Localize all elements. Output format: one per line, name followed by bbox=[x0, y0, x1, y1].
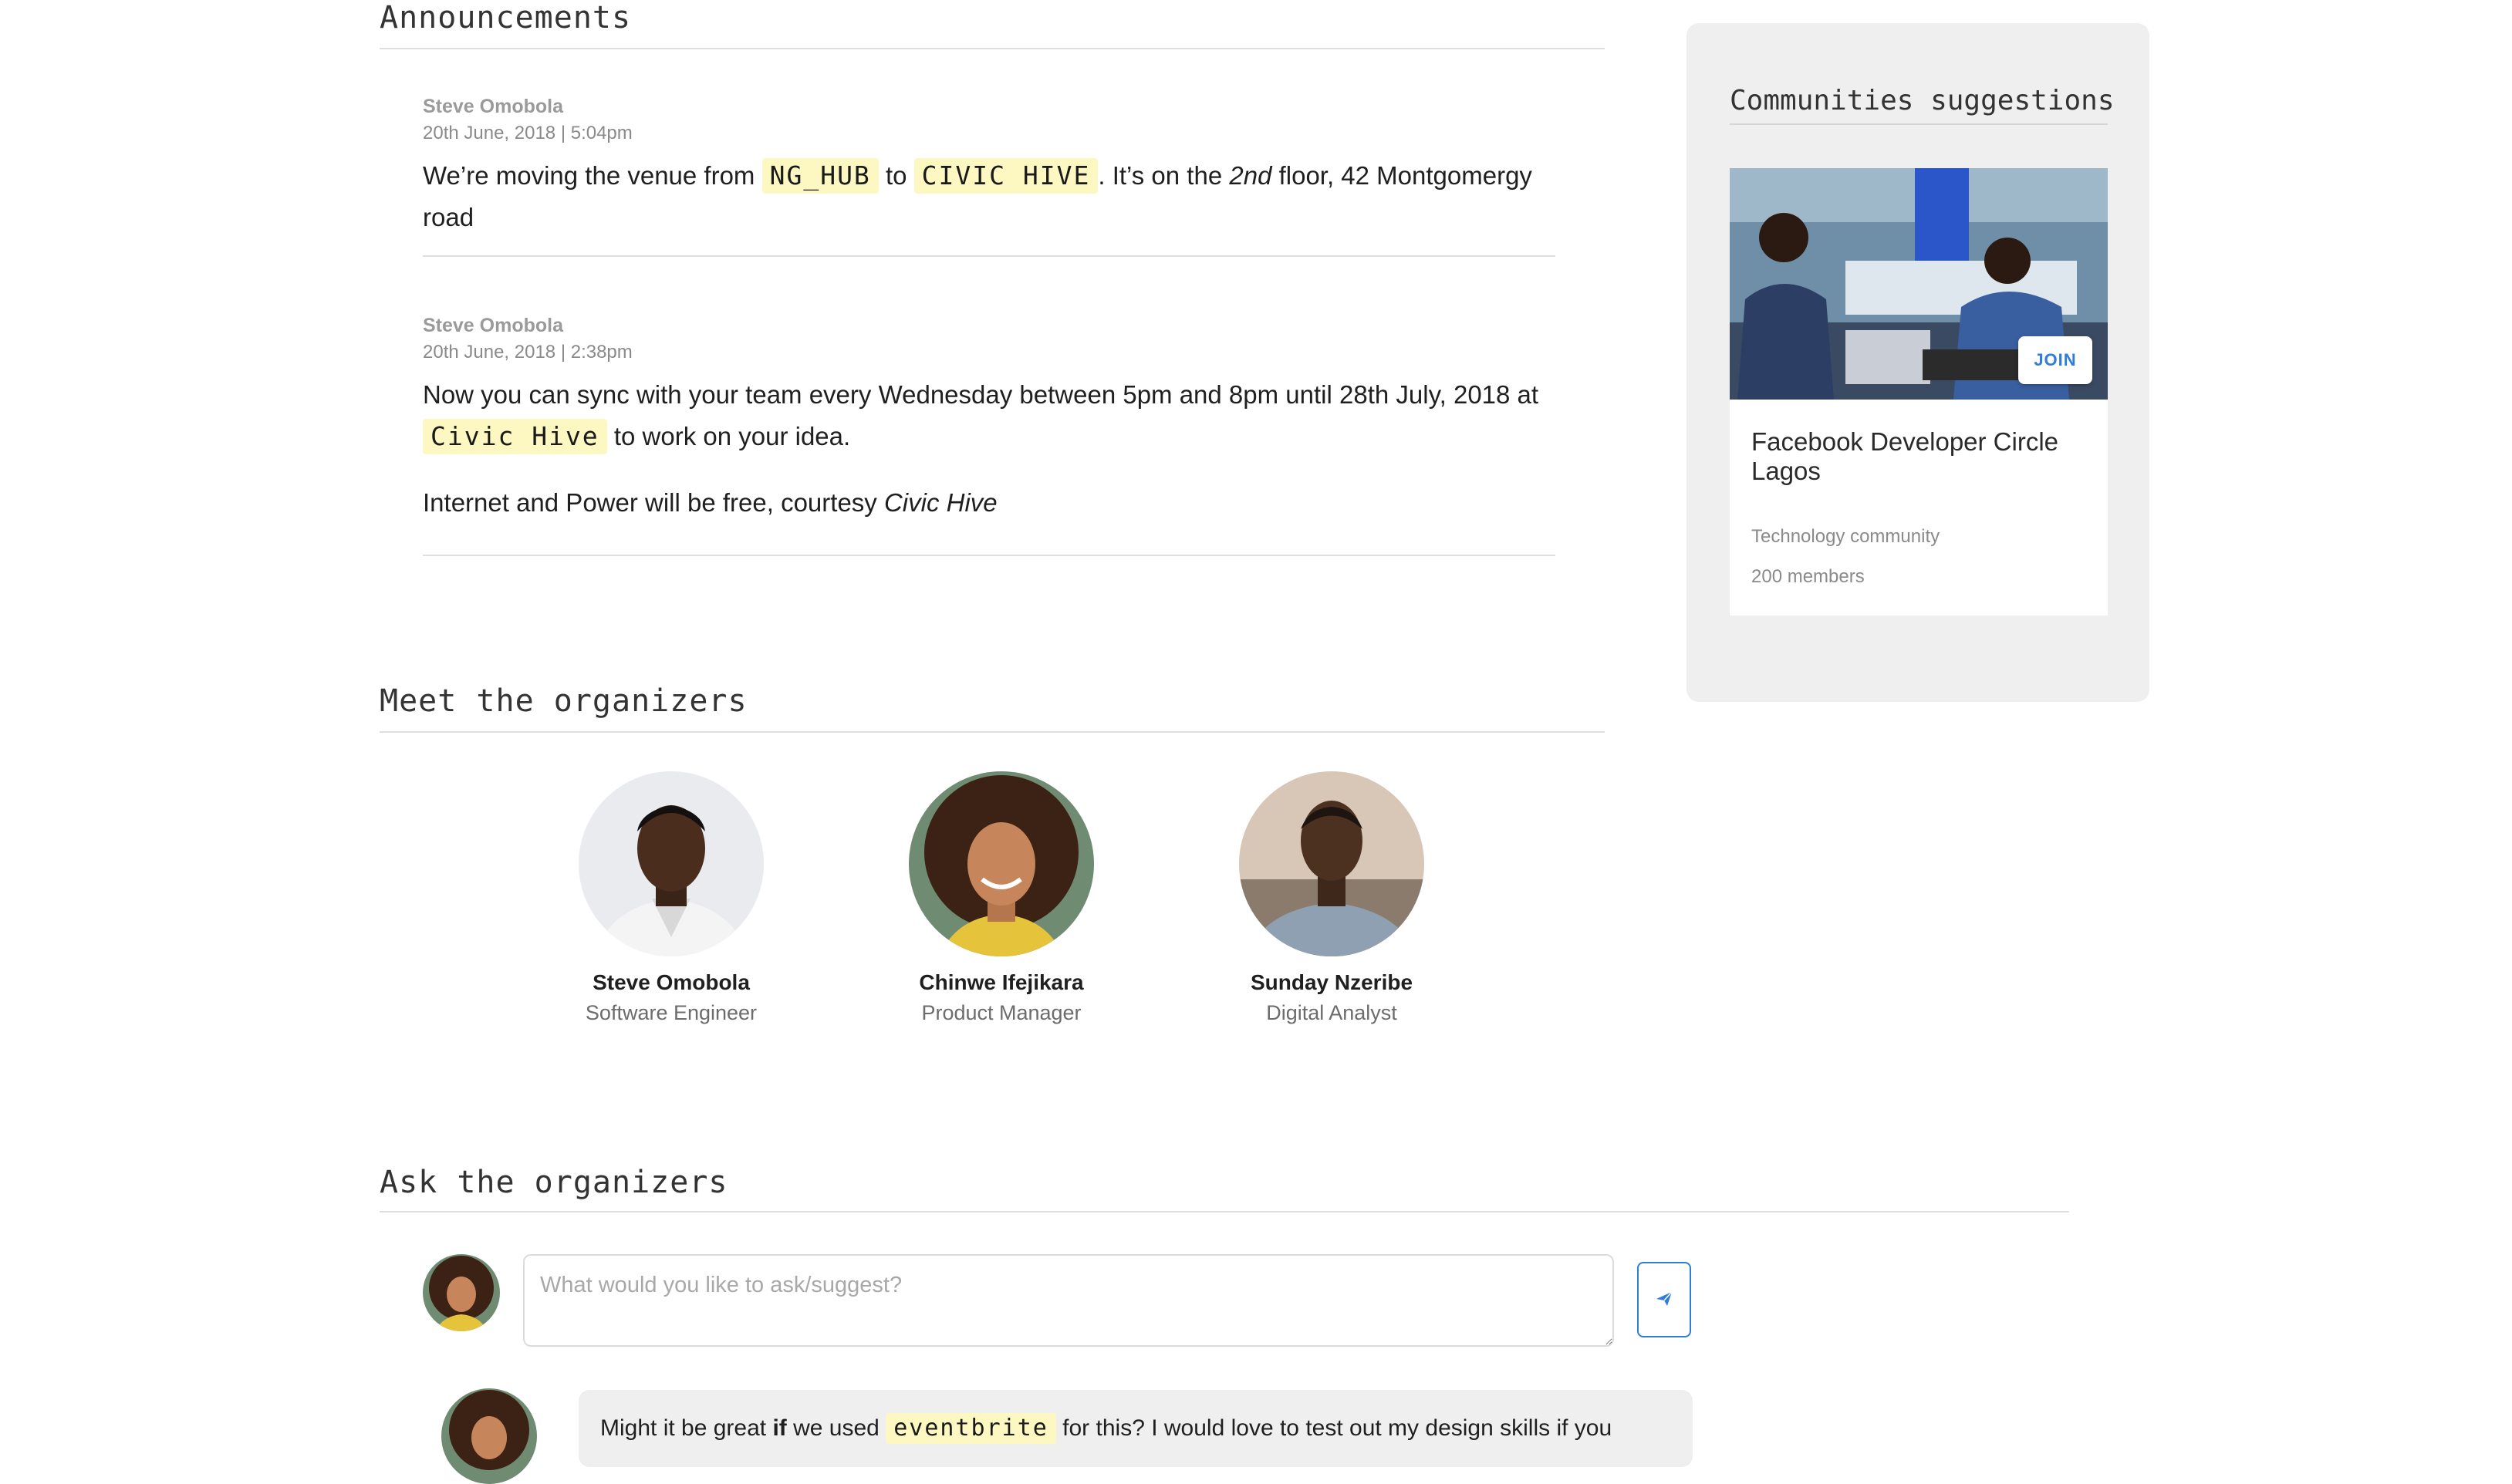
organizer-card[interactable]: Sunday Nzeribe Digital Analyst bbox=[1200, 771, 1463, 1025]
ask-title: Ask the organizers bbox=[380, 1165, 728, 1200]
commenter-avatar bbox=[441, 1388, 537, 1484]
post-body: We’re moving the venue from NG_HUB to CI… bbox=[423, 155, 1555, 238]
post-code: Civic Hive bbox=[423, 419, 607, 454]
organizer-name: Sunday Nzeribe bbox=[1250, 970, 1413, 994]
paper-plane-icon bbox=[1656, 1290, 1673, 1306]
post-author[interactable]: Steve Omobola bbox=[423, 96, 1555, 118]
community-type: Technology community bbox=[1751, 526, 1940, 547]
avatar[interactable] bbox=[909, 771, 1094, 956]
announcement-post: Steve Omobola 20th June, 2018 | 2:38pm N… bbox=[423, 315, 1555, 556]
comment-text-part: Might it be great bbox=[600, 1415, 773, 1441]
community-photo: JOIN bbox=[1730, 168, 2108, 400]
post-divider bbox=[423, 555, 1555, 556]
organizer-role: Product Manager bbox=[921, 1001, 1082, 1024]
post-text: Now you can sync with your team every We… bbox=[423, 380, 1539, 409]
ask-divider bbox=[380, 1211, 2069, 1212]
comment-text-part: we used bbox=[786, 1415, 886, 1441]
post-author[interactable]: Steve Omobola bbox=[423, 315, 1555, 337]
organizer-name: Chinwe Ifejikara bbox=[919, 970, 1084, 994]
comment-bubble: Might it be great if we used eventbrite … bbox=[579, 1390, 1693, 1467]
comment-bold: if bbox=[772, 1415, 787, 1441]
post-divider bbox=[423, 255, 1555, 257]
organizers-title: Meet the organizers bbox=[380, 683, 748, 719]
post-text: . It’s on the bbox=[1098, 161, 1230, 190]
ask-input[interactable] bbox=[523, 1254, 1614, 1347]
post-code: CIVIC HIVE bbox=[913, 158, 1099, 194]
announcement-post: Steve Omobola 20th June, 2018 | 5:04pm W… bbox=[423, 96, 1555, 257]
join-button[interactable]: JOIN bbox=[2018, 336, 2092, 384]
post-text: We’re moving the venue from bbox=[423, 161, 762, 190]
communities-sidebar: Communities suggestions JOIN Facebook De… bbox=[1686, 23, 2149, 702]
organizer-role: Digital Analyst bbox=[1266, 1001, 1397, 1024]
announcements-title: Announcements bbox=[380, 0, 632, 35]
post-text: Internet and Power will be free, courtes… bbox=[423, 488, 884, 517]
post-body: Internet and Power will be free, courtes… bbox=[423, 482, 1555, 524]
avatar[interactable] bbox=[1239, 771, 1424, 956]
post-date: 20th June, 2018 | 5:04pm bbox=[423, 123, 633, 143]
avatar[interactable] bbox=[579, 771, 764, 956]
person-avatar-image bbox=[423, 1254, 500, 1331]
community-name[interactable]: Facebook Developer Circle Lagos bbox=[1751, 427, 2091, 486]
comment-code: eventbrite bbox=[886, 1413, 1056, 1444]
organizers-list: Steve Omobola Software Engineer Chinwe I… bbox=[540, 771, 1543, 1034]
post-text: to work on your idea. bbox=[606, 422, 851, 450]
organizer-card[interactable]: Steve Omobola Software Engineer bbox=[540, 771, 802, 1025]
sidebar-title: Communities suggestions bbox=[1730, 85, 2115, 116]
sidebar-divider bbox=[1730, 123, 2108, 125]
post-text: to bbox=[878, 161, 914, 190]
send-button[interactable] bbox=[1637, 1262, 1691, 1337]
announcements-divider bbox=[380, 48, 1605, 49]
comment-text: Might it be great if we used eventbrite … bbox=[579, 1390, 1693, 1467]
comment-text-part: for this? I would love to test out my de… bbox=[1055, 1415, 1612, 1441]
organizer-name: Steve Omobola bbox=[593, 970, 750, 994]
organizer-card[interactable]: Chinwe Ifejikara Product Manager bbox=[870, 771, 1133, 1025]
current-user-avatar bbox=[423, 1254, 500, 1331]
organizer-role: Software Engineer bbox=[585, 1001, 758, 1024]
community-card[interactable]: JOIN Facebook Developer Circle Lagos Tec… bbox=[1730, 168, 2108, 616]
organizers-divider bbox=[380, 731, 1605, 733]
community-members: 200 members bbox=[1751, 566, 1865, 587]
post-body: Now you can sync with your team every We… bbox=[423, 374, 1555, 457]
post-emphasis: 2nd bbox=[1229, 161, 1272, 190]
person-avatar-image bbox=[441, 1388, 537, 1484]
post-date: 20th June, 2018 | 2:38pm bbox=[423, 342, 633, 363]
post-emphasis: Civic Hive bbox=[883, 488, 998, 517]
person-avatar-image bbox=[909, 771, 1094, 956]
post-code: NG_HUB bbox=[761, 158, 879, 194]
person-avatar-image bbox=[1239, 771, 1424, 956]
person-avatar-image bbox=[579, 771, 764, 956]
